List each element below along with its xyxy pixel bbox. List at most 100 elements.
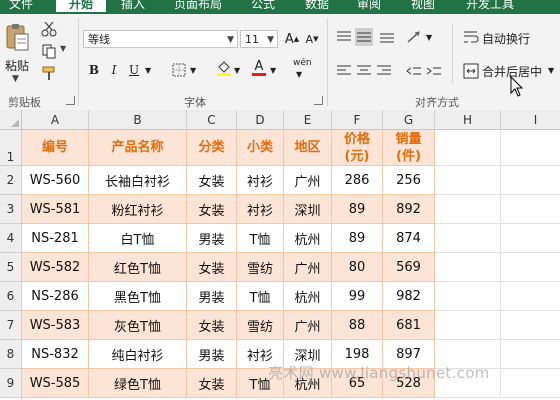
table-cell-quantity[interactable]: 681 xyxy=(383,311,435,340)
table-cell-region[interactable]: 广州 xyxy=(284,166,332,195)
phonetic-dropdown-icon[interactable]: ▼ xyxy=(296,70,302,79)
table-cell-id[interactable]: NS-286 xyxy=(22,282,89,311)
empty-cell[interactable] xyxy=(501,195,560,224)
format-painter-icon[interactable] xyxy=(40,64,58,82)
table-cell-category[interactable]: 女装 xyxy=(187,311,237,340)
align-left-icon[interactable] xyxy=(335,62,353,80)
bold-button[interactable]: B xyxy=(85,61,103,79)
table-cell-category[interactable]: 女装 xyxy=(187,195,237,224)
borders-dropdown-icon[interactable]: ▼ xyxy=(190,66,196,75)
tab-view[interactable]: 视图 xyxy=(406,0,440,12)
empty-cell[interactable] xyxy=(435,224,501,253)
header-cell-product-name[interactable]: 产品名称 xyxy=(89,130,187,166)
table-cell-product-name[interactable]: 绿色T恤 xyxy=(89,369,187,398)
tab-home[interactable]: 开始 xyxy=(56,0,106,12)
table-cell-category[interactable]: 男装 xyxy=(187,340,237,369)
table-cell-price[interactable]: 88 xyxy=(332,311,383,340)
wrap-text-icon[interactable] xyxy=(462,28,480,46)
cut-icon[interactable] xyxy=(40,20,58,38)
copy-dropdown-icon[interactable]: ▼ xyxy=(60,44,66,53)
row-header-5[interactable]: 5 xyxy=(0,253,22,282)
table-cell-category[interactable]: 男装 xyxy=(187,224,237,253)
table-cell-product-name[interactable]: 粉红衬衫 xyxy=(89,195,187,224)
table-cell-subcategory[interactable]: T恤 xyxy=(237,282,284,311)
table-cell-id[interactable]: WS-560 xyxy=(22,166,89,195)
tab-developer[interactable]: 开发工具 xyxy=(460,0,520,12)
clipboard-launcher-icon[interactable] xyxy=(66,96,75,105)
tab-review[interactable]: 审阅 xyxy=(352,0,386,12)
tab-file[interactable]: 文件 xyxy=(4,0,38,12)
table-cell-price[interactable]: 89 xyxy=(332,195,383,224)
decrease-indent-icon[interactable] xyxy=(405,62,423,80)
row-header-7[interactable]: 7 xyxy=(0,311,22,340)
table-cell-id[interactable]: WS-585 xyxy=(22,369,89,398)
font-launcher-icon[interactable] xyxy=(314,96,323,105)
paste-icon[interactable] xyxy=(4,22,30,54)
table-cell-category[interactable]: 女装 xyxy=(187,166,237,195)
empty-cell[interactable] xyxy=(501,166,560,195)
empty-cell[interactable] xyxy=(501,282,560,311)
row-header-2[interactable]: 2 xyxy=(0,166,22,195)
row-header-3[interactable]: 3 xyxy=(0,195,22,224)
table-cell-region[interactable]: 广州 xyxy=(284,253,332,282)
empty-cell[interactable] xyxy=(501,369,560,398)
table-cell-product-name[interactable]: 白T恤 xyxy=(89,224,187,253)
table-cell-region[interactable]: 深圳 xyxy=(284,195,332,224)
font-color-dropdown-icon[interactable]: ▼ xyxy=(270,66,276,75)
align-top-icon[interactable] xyxy=(335,28,353,46)
table-cell-id[interactable]: NS-281 xyxy=(22,224,89,253)
row-header-9[interactable]: 9 xyxy=(0,369,22,398)
empty-cell[interactable] xyxy=(435,130,501,166)
empty-cell[interactable] xyxy=(435,311,501,340)
table-cell-quantity[interactable]: 569 xyxy=(383,253,435,282)
header-cell-region[interactable]: 地区 xyxy=(284,130,332,166)
borders-icon[interactable] xyxy=(170,61,188,79)
table-cell-id[interactable]: WS-582 xyxy=(22,253,89,282)
table-cell-price[interactable]: 99 xyxy=(332,282,383,311)
column-header-b[interactable]: B xyxy=(89,110,187,130)
table-cell-id[interactable]: WS-581 xyxy=(22,195,89,224)
underline-button[interactable]: U xyxy=(125,61,143,79)
font-size-combo[interactable]: 11 ▼ xyxy=(240,30,278,48)
header-cell-price[interactable]: 价格 (元) xyxy=(332,130,383,166)
table-cell-quantity[interactable]: 256 xyxy=(383,166,435,195)
column-header-h[interactable]: H xyxy=(435,110,501,130)
wrap-text-button[interactable]: 自动换行 xyxy=(482,30,530,47)
header-cell-id[interactable]: 编号 xyxy=(22,130,89,166)
phonetic-guide-button[interactable]: wén xyxy=(293,58,312,68)
select-all-corner[interactable] xyxy=(0,110,22,130)
tab-insert[interactable]: 插入 xyxy=(116,0,150,12)
table-cell-price[interactable]: 80 xyxy=(332,253,383,282)
table-cell-subcategory[interactable]: 衬衫 xyxy=(237,166,284,195)
empty-cell[interactable] xyxy=(501,130,560,166)
table-cell-id[interactable]: WS-583 xyxy=(22,311,89,340)
italic-button[interactable]: I xyxy=(105,61,123,79)
empty-cell[interactable] xyxy=(435,253,501,282)
header-cell-category[interactable]: 分类 xyxy=(187,130,237,166)
table-cell-subcategory[interactable]: T恤 xyxy=(237,224,284,253)
empty-cell[interactable] xyxy=(435,282,501,311)
shrink-font-button[interactable]: A ▼ xyxy=(303,30,321,48)
table-cell-price[interactable]: 89 xyxy=(332,224,383,253)
table-cell-quantity[interactable]: 874 xyxy=(383,224,435,253)
table-cell-product-name[interactable]: 灰色T恤 xyxy=(89,311,187,340)
align-center-icon[interactable] xyxy=(355,62,373,80)
table-cell-price[interactable]: 286 xyxy=(332,166,383,195)
table-cell-region[interactable]: 杭州 xyxy=(284,282,332,311)
empty-cell[interactable] xyxy=(435,166,501,195)
empty-cell[interactable] xyxy=(501,311,560,340)
table-cell-region[interactable]: 杭州 xyxy=(284,224,332,253)
font-name-combo[interactable]: 等线 ▼ xyxy=(83,30,238,48)
paste-label[interactable]: 粘贴 xyxy=(5,57,29,74)
chevron-down-icon[interactable]: ▼ xyxy=(227,31,234,49)
fill-color-dropdown-icon[interactable]: ▼ xyxy=(234,66,240,75)
table-cell-category[interactable]: 男装 xyxy=(187,282,237,311)
align-right-icon[interactable] xyxy=(375,62,393,80)
table-cell-id[interactable]: NS-832 xyxy=(22,340,89,369)
table-cell-quantity[interactable]: 892 xyxy=(383,195,435,224)
orientation-dropdown-icon[interactable]: ▼ xyxy=(426,33,432,42)
column-header-i[interactable]: I xyxy=(501,110,560,130)
align-middle-icon[interactable] xyxy=(355,28,373,46)
copy-icon[interactable] xyxy=(40,42,58,60)
merge-dropdown-icon[interactable]: ▼ xyxy=(548,66,554,75)
